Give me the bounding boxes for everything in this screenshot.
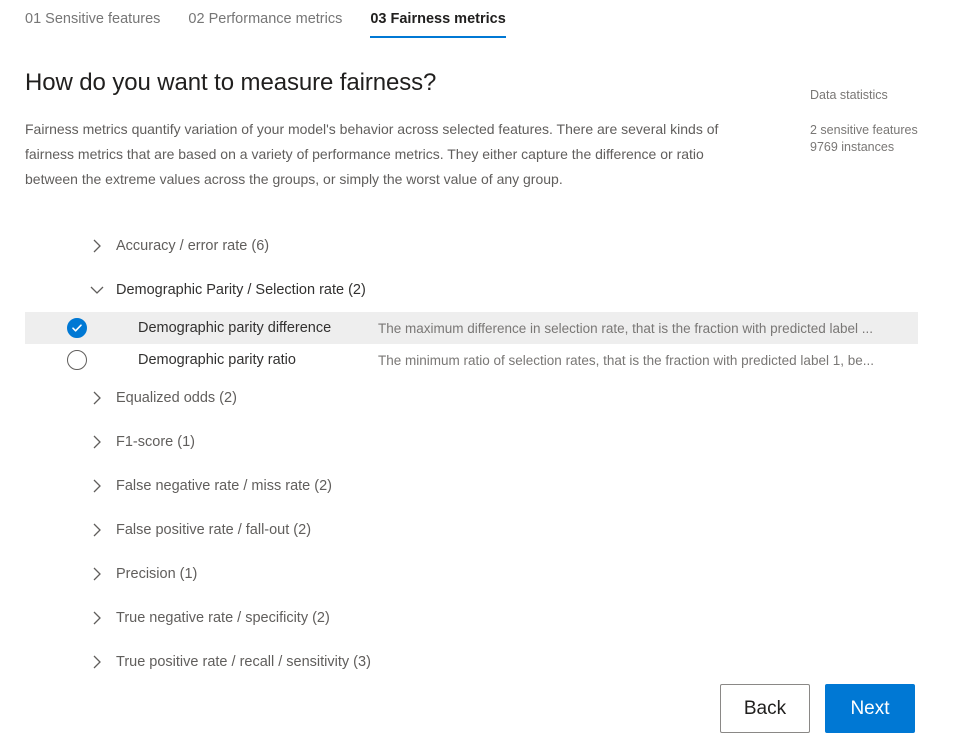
- page-title: How do you want to measure fairness?: [25, 69, 437, 96]
- chevron-right-icon[interactable]: [83, 654, 111, 670]
- tab-2[interactable]: 02 Performance metrics: [188, 10, 342, 38]
- metric-option-description: The minimum ratio of selection rates, th…: [378, 352, 874, 368]
- chevron-right-icon[interactable]: [83, 478, 111, 494]
- metric-group-row[interactable]: Equalized odds (2): [25, 376, 918, 420]
- metric-group-label: False negative rate / miss rate (2): [116, 478, 332, 494]
- metric-group-row[interactable]: False negative rate / miss rate (2): [25, 464, 918, 508]
- chevron-right-icon[interactable]: [83, 610, 111, 626]
- page-description: Fairness metrics quantify variation of y…: [25, 121, 719, 187]
- chevron-right-icon[interactable]: [83, 522, 111, 538]
- chevron-right-icon[interactable]: [83, 390, 111, 406]
- metric-group-label: F1-score (1): [116, 434, 195, 450]
- chevron-down-icon[interactable]: [83, 284, 111, 296]
- metric-group-row[interactable]: F1-score (1): [25, 420, 918, 464]
- metric-option-row[interactable]: Demographic parity difference The maximum…: [25, 312, 918, 344]
- tab-1[interactable]: 01 Sensitive features: [25, 10, 160, 38]
- wizard-tabs: 01 Sensitive features 02 Performance metr…: [0, 0, 965, 46]
- metric-group-row[interactable]: Accuracy / error rate (6): [25, 224, 918, 268]
- metric-group-label: Precision (1): [116, 566, 198, 582]
- metric-group-label: Equalized odds (2): [116, 390, 237, 406]
- metric-option-description: The maximum difference in selection rate…: [378, 320, 873, 336]
- data-statistics-title: Data statistics: [810, 88, 888, 102]
- chevron-right-icon[interactable]: [83, 238, 111, 254]
- metric-group-row[interactable]: Demographic Parity / Selection rate (2): [25, 268, 918, 312]
- metric-group-row[interactable]: True negative rate / specificity (2): [25, 596, 918, 640]
- instances-count: 9769 instances: [810, 140, 895, 154]
- sensitive-features-count: 2 sensitive features: [810, 123, 918, 137]
- radio-selected-icon[interactable]: [67, 318, 87, 338]
- metric-group-row[interactable]: Precision (1): [25, 552, 918, 596]
- tab-3[interactable]: 03 Fairness metrics: [370, 10, 507, 38]
- main-content: How do you want to measure fairness? Fai…: [0, 68, 965, 684]
- metric-group-label: Accuracy / error rate (6): [116, 238, 270, 254]
- metric-group-label: True positive rate / recall / sensitivit…: [116, 654, 371, 670]
- metric-group-label: True negative rate / specificity (2): [116, 610, 330, 626]
- metric-group-row[interactable]: False positive rate / fall-out (2): [25, 508, 918, 552]
- chevron-right-icon[interactable]: [83, 434, 111, 450]
- chevron-right-icon[interactable]: [83, 566, 111, 582]
- metric-group-row[interactable]: True positive rate / recall / sensitivit…: [25, 640, 918, 684]
- data-statistics-panel: Data statistics 2 sensitive features 976…: [810, 87, 950, 156]
- wizard-footer: Back Next: [720, 684, 915, 733]
- radio-unselected-icon[interactable]: [67, 350, 87, 370]
- metric-option-label: Demographic parity ratio: [138, 352, 296, 368]
- next-button[interactable]: Next: [825, 684, 915, 733]
- fairness-metrics-list: Accuracy / error rate (6) Demographic Par…: [25, 224, 918, 684]
- metric-option-label: Demographic parity difference: [138, 320, 332, 336]
- metric-group-label: Demographic Parity / Selection rate (2): [116, 282, 366, 298]
- metric-group-label: False positive rate / fall-out (2): [116, 522, 312, 538]
- metric-option-row[interactable]: Demographic parity ratio The minimum rati…: [25, 344, 918, 376]
- back-button[interactable]: Back: [720, 684, 810, 733]
